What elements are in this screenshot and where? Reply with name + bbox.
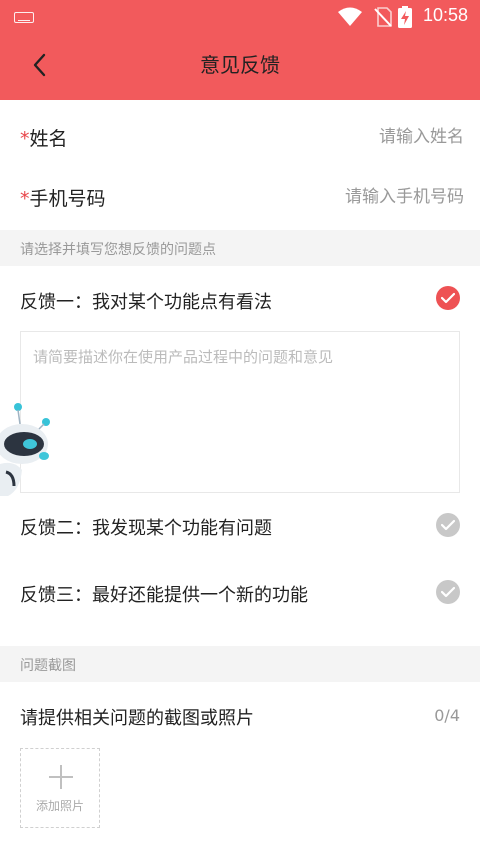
required-mark: * <box>20 188 30 210</box>
feedback-section-header-text: 请选择并填写您想反馈的问题点 <box>20 242 216 258</box>
feedback-section-header: 请选择并填写您想反馈的问题点 <box>0 230 480 266</box>
feedback-option-2[interactable]: 反馈二：我发现某个功能有问题 <box>0 492 480 558</box>
name-label-text: 姓名 <box>29 128 68 150</box>
feedback-option-label: 反馈一：我对某个功能点有看法 <box>20 292 272 313</box>
feedback-option-label: 反馈二：我发现某个功能有问题 <box>20 518 272 539</box>
add-photo-button[interactable]: 添加照片 <box>20 748 100 828</box>
no-sim-icon <box>374 7 392 27</box>
wifi-icon <box>338 7 362 26</box>
required-mark: * <box>20 128 30 150</box>
status-time: 10:58 <box>422 5 468 25</box>
screenshot-section-header: 问题截图 <box>0 646 480 682</box>
unchecked-circle-icon[interactable] <box>436 513 460 537</box>
feedback-option-label: 反馈三：最好还能提供一个新的功能 <box>20 585 308 606</box>
add-photo-label: 添加照片 <box>35 799 84 813</box>
screenshot-prompt-row: 请提供相关问题的截图或照片 0/4 <box>0 682 480 748</box>
checked-circle-icon[interactable] <box>436 286 460 310</box>
feedback-description-input[interactable] <box>21 332 459 492</box>
feedback-option-1[interactable]: 反馈一：我对某个功能点有看法 <box>0 266 480 332</box>
name-label: *姓名 <box>20 124 68 151</box>
battery-charging-icon <box>398 6 412 28</box>
unchecked-circle-icon[interactable] <box>436 580 460 604</box>
keyboard-icon <box>14 12 34 23</box>
robot-assistant-icon[interactable] <box>0 398 52 500</box>
phone-row: *手机号码 <box>0 160 480 230</box>
phone-label: *手机号码 <box>20 184 106 211</box>
photo-counter: 0/4 <box>434 706 460 725</box>
screenshot-section-header-text: 问题截图 <box>20 658 76 674</box>
plus-icon <box>49 765 73 789</box>
status-bar: 10:58 <box>0 0 480 34</box>
screenshot-prompt: 请提供相关问题的截图或照片 <box>20 708 254 729</box>
page-title: 意见反馈 <box>200 53 280 77</box>
feedback-textarea <box>20 331 460 493</box>
feedback-option-3[interactable]: 反馈三：最好还能提供一个新的功能 <box>0 560 480 626</box>
name-input[interactable] <box>222 126 466 148</box>
phone-label-text: 手机号码 <box>29 188 106 210</box>
phone-input[interactable] <box>222 186 466 208</box>
